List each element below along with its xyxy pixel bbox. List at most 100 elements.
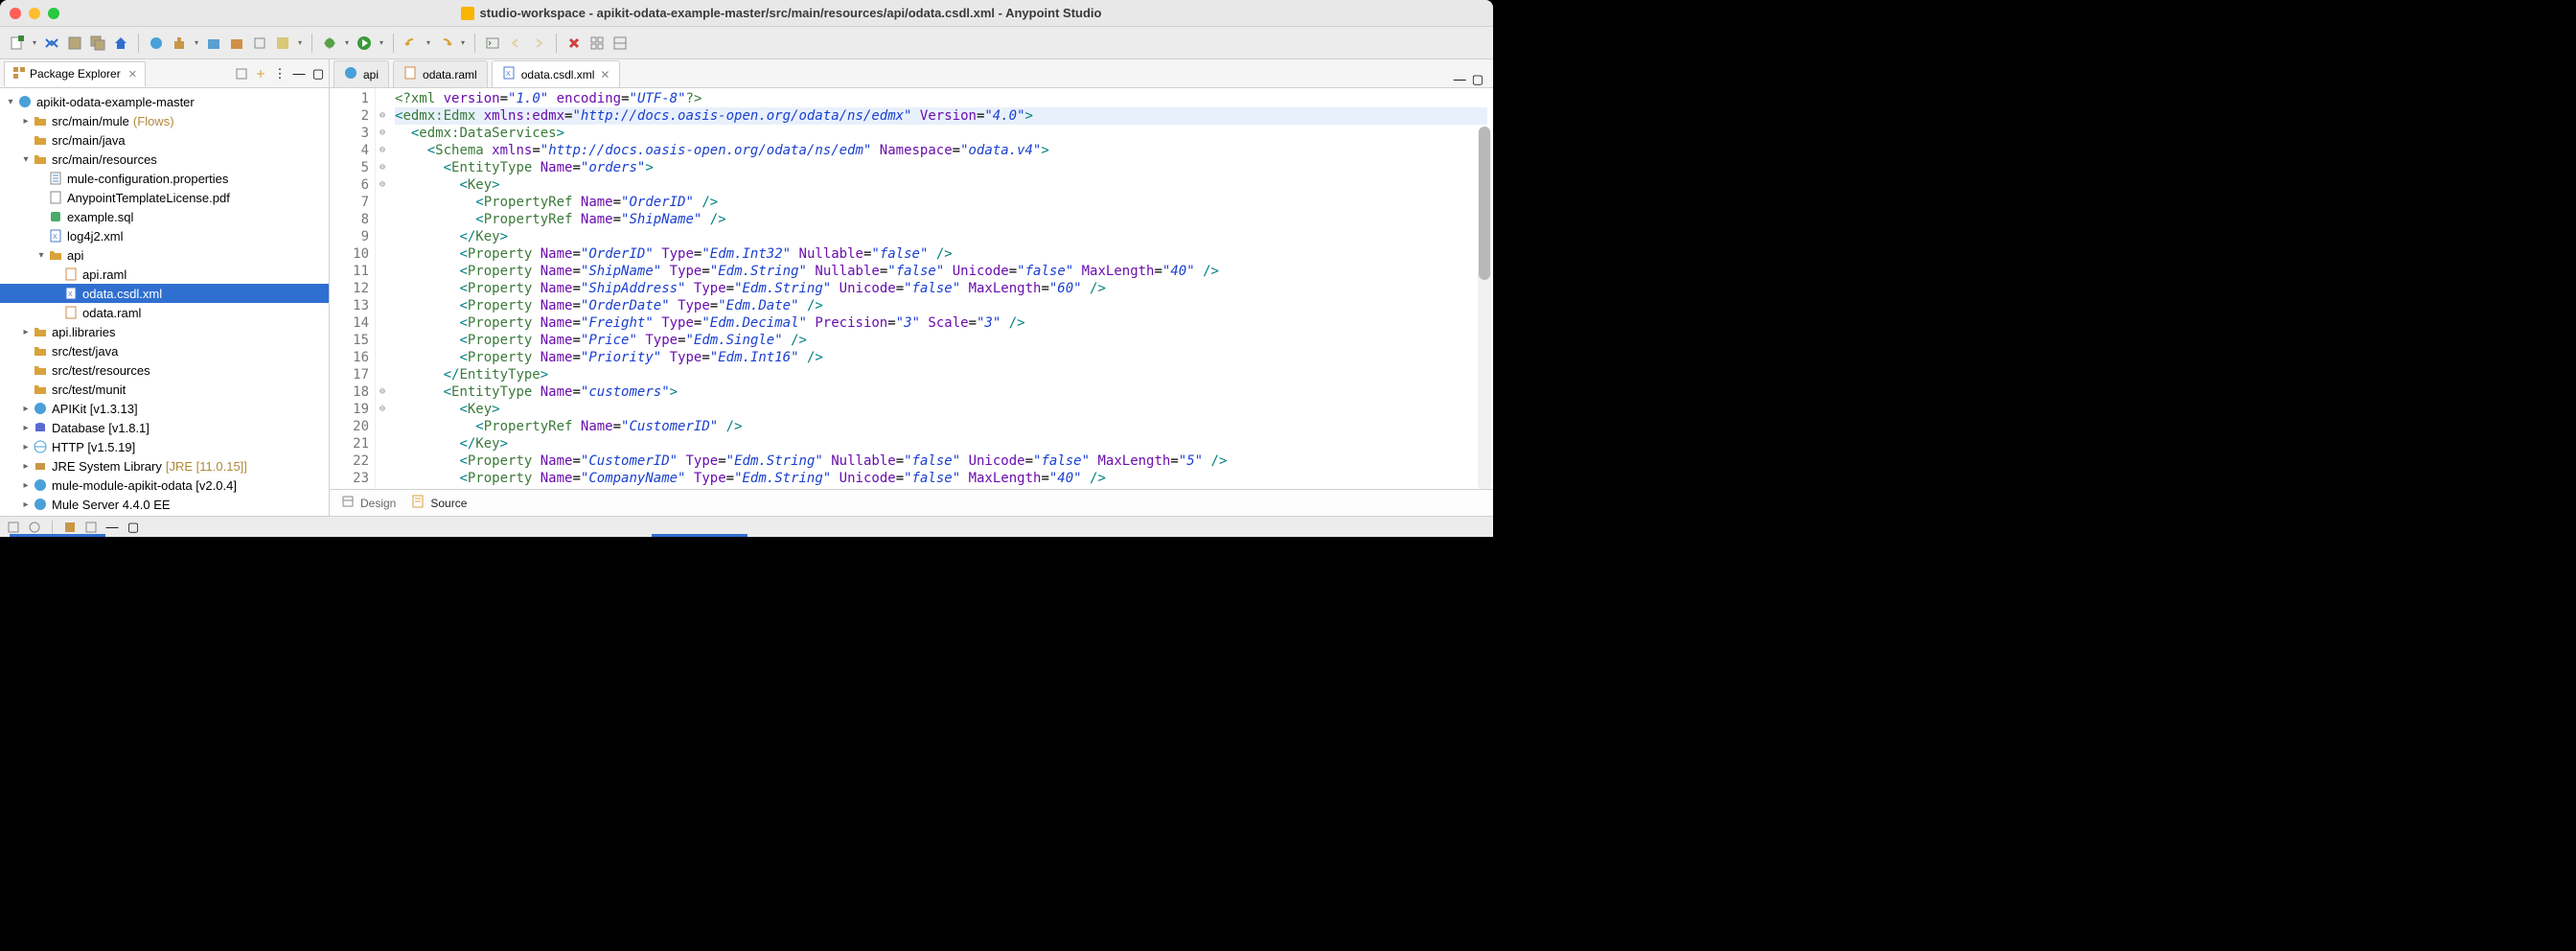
xml-file-icon: X: [48, 228, 63, 244]
debug-icon[interactable]: [320, 34, 339, 53]
tree-jre[interactable]: ▸JRE System Library[JRE [11.0.15]]: [0, 456, 329, 476]
folder-icon: [33, 362, 48, 378]
close-icon[interactable]: ✕: [128, 68, 137, 81]
tree-mule-config[interactable]: mule-configuration.properties: [0, 169, 329, 188]
grid-icon[interactable]: [587, 34, 607, 53]
status-icon-2[interactable]: [27, 520, 42, 535]
editor-tab-odata-csdl[interactable]: X odata.csdl.xml ✕: [492, 60, 621, 87]
tree-example-sql[interactable]: example.sql: [0, 207, 329, 226]
new-dropdown[interactable]: ▾: [31, 38, 38, 47]
xml-file-icon: X: [502, 66, 516, 82]
new-icon[interactable]: [8, 34, 27, 53]
run-dropdown[interactable]: ▾: [378, 38, 385, 47]
source-tab[interactable]: Source: [411, 495, 467, 511]
status-icon-4[interactable]: [83, 520, 99, 535]
tree-src-test-munit[interactable]: src/test/munit: [0, 380, 329, 399]
source-icon: [411, 495, 425, 511]
debug-dropdown[interactable]: ▾: [343, 38, 351, 47]
status-icon-1[interactable]: [6, 520, 21, 535]
editor-bottom-tabs: Design Source: [330, 489, 1493, 516]
scrollbar-thumb[interactable]: [1479, 127, 1490, 280]
folder-icon: [33, 132, 48, 148]
folder-icon: [33, 113, 48, 128]
coverage-icon[interactable]: [273, 34, 292, 53]
tree-mule-server[interactable]: ▸Mule Server 4.4.0 EE: [0, 495, 329, 514]
close-window-button[interactable]: [10, 8, 21, 19]
maximize-view-icon[interactable]: ▢: [311, 67, 325, 81]
coverage-dropdown[interactable]: ▾: [296, 38, 304, 47]
tree-api-libraries[interactable]: ▸api.libraries: [0, 322, 329, 341]
stop-icon[interactable]: [564, 34, 584, 53]
xml-file-icon: X: [63, 286, 79, 301]
run-icon[interactable]: [355, 34, 374, 53]
link-editor-icon[interactable]: [254, 67, 267, 81]
design-tab[interactable]: Design: [341, 495, 396, 511]
jre-icon: [33, 458, 48, 474]
tree-src-test-resources[interactable]: src/test/resources: [0, 360, 329, 380]
editor-toolbar-right: — ▢: [1448, 72, 1489, 87]
undo-icon[interactable]: [402, 34, 421, 53]
minimize-view-icon[interactable]: —: [292, 67, 306, 81]
tree-src-main-resources[interactable]: ▾src/main/resources: [0, 150, 329, 169]
window-title: studio-workspace - apikit-odata-example-…: [79, 6, 1484, 20]
window-title-text: studio-workspace - apikit-odata-example-…: [480, 6, 1102, 20]
deploy-icon[interactable]: [170, 34, 189, 53]
deploy-dropdown[interactable]: ▾: [193, 38, 200, 47]
editor-tab-api[interactable]: api: [334, 60, 389, 87]
tree-apikit[interactable]: ▸APIKit [v1.3.13]: [0, 399, 329, 418]
collapse-all-icon[interactable]: [235, 67, 248, 81]
minimize-window-button[interactable]: [29, 8, 40, 19]
editor-tabs: api odata.raml X odata.csdl.xml ✕ — ▢: [330, 59, 1493, 88]
status-icon-5[interactable]: —: [104, 520, 120, 535]
vertical-scrollbar[interactable]: [1478, 127, 1491, 489]
database-icon: [33, 420, 48, 435]
tree-src-test-java[interactable]: src/test/java: [0, 341, 329, 360]
exchange-icon[interactable]: [42, 34, 61, 53]
tree-http[interactable]: ▸HTTP [v1.5.19]: [0, 437, 329, 456]
redo-icon[interactable]: [436, 34, 455, 53]
folder-icon: [33, 382, 48, 397]
export-icon[interactable]: [227, 34, 246, 53]
tree-log4j[interactable]: Xlog4j2.xml: [0, 226, 329, 245]
layout-icon[interactable]: [610, 34, 630, 53]
package-explorer-tab[interactable]: Package Explorer ✕: [4, 61, 146, 86]
tree-api-folder[interactable]: ▾api: [0, 245, 329, 265]
fold-gutter[interactable]: ⊖⊖⊖⊖⊖⊖⊖: [376, 88, 389, 489]
design-icon: [341, 495, 355, 511]
home-icon[interactable]: [111, 34, 130, 53]
terminal-icon[interactable]: [483, 34, 502, 53]
tree-license[interactable]: AnypointTemplateLicense.pdf: [0, 188, 329, 207]
tree-src-main-mule[interactable]: ▸src/main/mule(Flows): [0, 111, 329, 130]
code-editor[interactable]: 1234567891011121314151617181920212223 ⊖⊖…: [330, 88, 1493, 489]
mule-icon[interactable]: [147, 34, 166, 53]
import-icon[interactable]: [204, 34, 223, 53]
status-icon-3[interactable]: [62, 520, 78, 535]
code-content[interactable]: <?xml version="1.0" encoding="UTF-8"?><e…: [389, 88, 1493, 489]
sidebar: Package Explorer ✕ ⋮ — ▢ ▾apikit-odata-e…: [0, 59, 330, 516]
tree-odata-csdl[interactable]: Xodata.csdl.xml: [0, 284, 329, 303]
test-icon[interactable]: [250, 34, 269, 53]
raml-file-icon: [63, 305, 79, 320]
save-icon[interactable]: [65, 34, 84, 53]
tree-src-main-java[interactable]: src/main/java: [0, 130, 329, 150]
maximize-editor-icon[interactable]: ▢: [1472, 72, 1484, 87]
tree-mule-module[interactable]: ▸mule-module-apikit-odata [v2.0.4]: [0, 476, 329, 495]
sidebar-toolbar: ⋮ — ▢: [235, 67, 325, 81]
undo-dropdown[interactable]: ▾: [425, 38, 432, 47]
close-icon[interactable]: ✕: [600, 68, 610, 81]
redo-dropdown[interactable]: ▾: [459, 38, 467, 47]
editor-tab-odata-raml[interactable]: odata.raml: [393, 60, 488, 87]
tree-api-raml[interactable]: api.raml: [0, 265, 329, 284]
svg-text:X: X: [506, 71, 511, 78]
tree-project[interactable]: ▾apikit-odata-example-master: [0, 92, 329, 111]
maximize-window-button[interactable]: [48, 8, 59, 19]
back-nav-icon[interactable]: [506, 34, 525, 53]
status-tab-indicator-2: [652, 534, 748, 537]
tree-odata-raml[interactable]: odata.raml: [0, 303, 329, 322]
minimize-editor-icon[interactable]: —: [1454, 72, 1466, 87]
tree-database[interactable]: ▸Database [v1.8.1]: [0, 418, 329, 437]
status-icon-6[interactable]: ▢: [126, 520, 141, 535]
forward-nav-icon[interactable]: [529, 34, 548, 53]
view-menu-icon[interactable]: ⋮: [273, 67, 287, 81]
save-all-icon[interactable]: [88, 34, 107, 53]
